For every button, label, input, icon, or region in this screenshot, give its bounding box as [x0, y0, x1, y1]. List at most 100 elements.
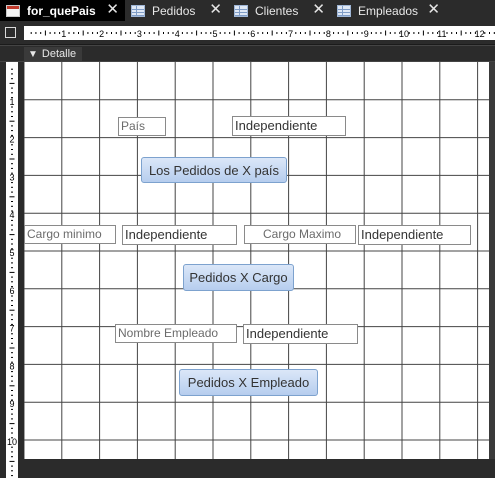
tab-pedidos[interactable]: Pedidos ✕	[125, 0, 228, 21]
tab-empleados[interactable]: Empleados ✕	[331, 0, 446, 21]
vertical-scrollbar[interactable]	[489, 62, 495, 459]
ruler-tick	[418, 32, 420, 34]
ruler-tick	[9, 234, 15, 236]
ruler-tick	[271, 30, 273, 36]
pedidos-x-cargo-button[interactable]: Pedidos X Cargo	[183, 264, 294, 291]
ruler-tick	[9, 271, 15, 273]
ruler-tick	[352, 32, 353, 34]
ruler-number: 1	[61, 29, 66, 39]
cargo-minimo-textbox[interactable]: Independiente	[122, 225, 237, 245]
ruler-tick	[153, 32, 155, 34]
ruler-tick	[470, 32, 472, 34]
ruler-number: 2	[9, 135, 14, 145]
ruler-tick	[11, 205, 13, 207]
form-icon	[6, 4, 20, 17]
ruler-tick	[186, 32, 188, 34]
ruler-tick	[106, 32, 108, 34]
form-selector[interactable]	[0, 22, 24, 44]
ruler-tick	[134, 32, 136, 34]
ruler-tick	[11, 305, 13, 306]
close-icon[interactable]: ✕	[209, 2, 222, 18]
ruler-tick	[148, 32, 150, 34]
ruler-tick	[11, 451, 13, 453]
ruler-number: 11	[437, 29, 446, 39]
nombre-empleado-label[interactable]: Nombre Empleado	[115, 324, 237, 343]
ruler-tick	[59, 32, 61, 34]
ruler-tick	[11, 465, 13, 467]
ruler-tick	[11, 418, 13, 420]
ruler-tick	[11, 130, 13, 132]
vertical-ruler: 1 2 3 4 5 6 7 8 9 10	[0, 62, 24, 478]
ruler-tick	[257, 32, 259, 34]
ruler-tick	[314, 32, 316, 34]
ruler-tick	[243, 32, 245, 34]
ruler-tick	[465, 32, 467, 34]
ruler-tick	[181, 32, 183, 34]
horizontal-ruler: 1 2 3 4 5 6 7 8 9 10 11 12	[24, 22, 495, 44]
ruler-tick	[11, 201, 13, 202]
ruler-tick	[375, 32, 377, 34]
ruler-tick	[11, 238, 13, 240]
ruler-tick	[11, 394, 13, 396]
ruler-tick	[205, 32, 207, 34]
close-icon[interactable]: ✕	[312, 2, 325, 18]
close-icon[interactable]: ✕	[106, 2, 119, 18]
cargo-maximo-textbox[interactable]: Independiente	[358, 225, 471, 245]
ruler-number: 9	[9, 399, 14, 409]
ruler-tick	[318, 32, 320, 34]
form-design-canvas[interactable]: País Independiente Los Pedidos de X país…	[24, 62, 489, 459]
ruler-tick	[11, 186, 13, 188]
close-icon[interactable]: ✕	[427, 2, 440, 18]
ruler-tick	[385, 30, 387, 36]
ruler-tick	[446, 32, 448, 34]
ruler-tick	[9, 347, 15, 349]
section-header-detalle[interactable]: ▼ Detalle	[0, 45, 495, 62]
ruler-tick	[342, 32, 344, 34]
ruler-number: 6	[9, 286, 14, 296]
ruler-tick	[11, 68, 13, 70]
ruler-tick	[87, 32, 89, 34]
ruler-number: 9	[364, 29, 369, 39]
ruler-tick	[68, 32, 70, 34]
tab-clientes[interactable]: Clientes ✕	[228, 0, 331, 21]
select-form-icon	[5, 27, 16, 38]
ruler-tick	[489, 32, 490, 34]
ruler-tick	[281, 32, 283, 34]
nombre-empleado-textbox[interactable]: Independiente	[243, 324, 358, 344]
pais-textbox[interactable]: Independiente	[232, 116, 346, 136]
ruler-tick	[11, 352, 13, 354]
ruler-tick	[323, 32, 325, 34]
ruler-tick	[82, 30, 84, 36]
ruler-tick	[11, 153, 13, 155]
ruler-tick	[460, 30, 462, 36]
ruler-tick	[380, 32, 382, 34]
ruler-number: 8	[9, 361, 14, 371]
ruler-tick	[11, 191, 13, 193]
ruler-number: 4	[9, 210, 14, 220]
pedidos-x-empleado-button[interactable]: Pedidos X Empleado	[179, 369, 318, 396]
cargo-maximo-label[interactable]: Cargo Maximo	[244, 225, 356, 244]
ruler-tick	[144, 32, 146, 34]
ruler-tick	[11, 380, 13, 382]
ruler-tick	[210, 32, 212, 34]
ruler-tick	[30, 32, 32, 34]
ruler-tick	[451, 32, 453, 34]
ruler-tick	[92, 32, 94, 34]
pais-label[interactable]: País	[118, 117, 166, 136]
cargo-minimo-label[interactable]: Cargo minimo	[24, 225, 116, 244]
ruler-tick	[295, 32, 297, 34]
ruler-tick	[9, 460, 15, 462]
ruler-tick	[9, 82, 15, 84]
ruler-number: 8	[326, 29, 331, 39]
ruler-tick	[11, 116, 13, 117]
ruler-tick	[73, 32, 75, 34]
los-pedidos-de-x-pais-button[interactable]: Los Pedidos de X país	[141, 157, 287, 183]
tab-for-quepais[interactable]: for_quePais ✕	[0, 0, 125, 21]
ruler-number: 6	[250, 29, 255, 39]
vertical-ruler-ticks: 1 2 3 4 5 6 7 8 9 10	[6, 62, 18, 478]
ruler-tick	[11, 111, 13, 113]
ruler-tick	[11, 276, 13, 278]
ruler-tick	[9, 120, 15, 122]
tab-label: Clientes	[255, 3, 299, 18]
ruler-tick	[49, 32, 51, 34]
